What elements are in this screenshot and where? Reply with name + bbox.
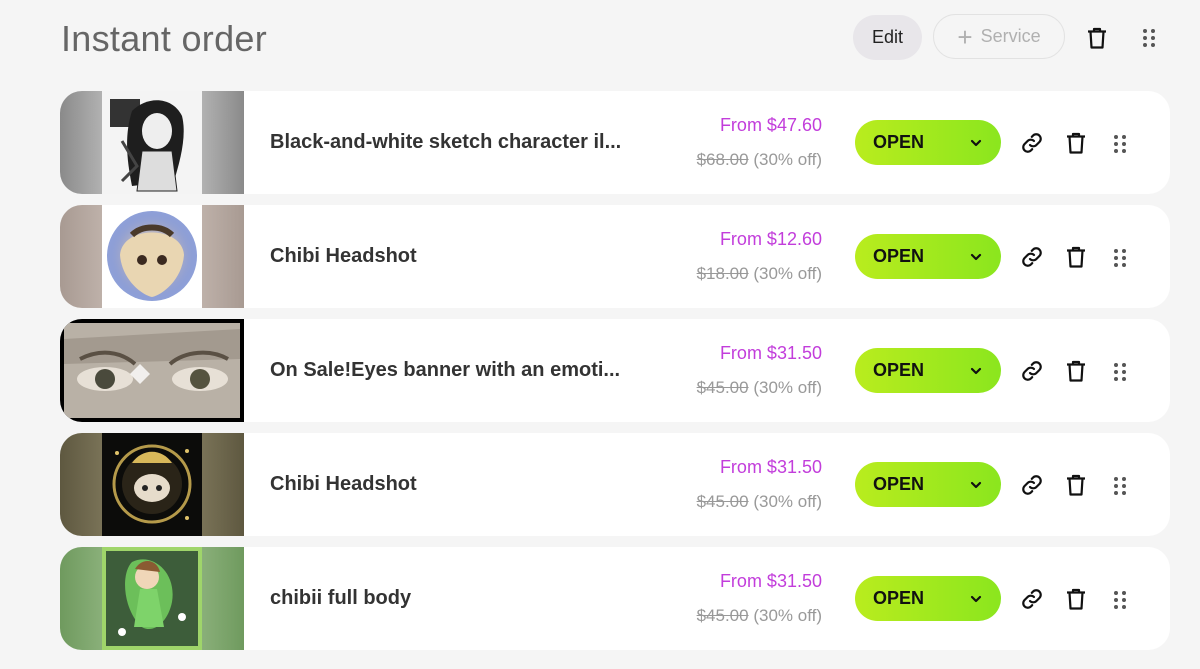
trash-icon[interactable] [1064, 473, 1088, 497]
drag-handle-icon[interactable] [1110, 474, 1130, 498]
service-name: Chibi Headshot [270, 473, 417, 495]
service-row[interactable]: chibii full body From $31.50 $45.00 (30%… [60, 547, 1170, 650]
link-icon[interactable] [1020, 473, 1044, 497]
service-row[interactable]: Chibi Headshot From $31.50 $45.00 (30% o… [60, 433, 1170, 536]
service-thumbnail [60, 91, 244, 194]
original-price-value: $68.00 [696, 150, 749, 169]
original-price-value: $45.00 [696, 492, 749, 511]
drag-handle-icon[interactable] [1110, 588, 1130, 612]
service-name: chibii full body [270, 587, 412, 609]
service-original-price: $68.00 (30% off) [697, 150, 822, 170]
trash-icon[interactable] [1064, 245, 1088, 269]
original-price-value: $45.00 [696, 378, 749, 397]
service-row[interactable]: On Sale!Eyes banner with an emoti... Fro… [60, 319, 1170, 422]
chevron-down-icon [970, 481, 982, 488]
service-name: Chibi Headshot [270, 245, 417, 267]
discount-label: (30% off) [753, 264, 822, 283]
link-icon[interactable] [1020, 131, 1044, 155]
service-row[interactable]: Chibi Headshot From $12.60 $18.00 (30% o… [60, 205, 1170, 308]
drag-handle-icon[interactable] [1110, 132, 1130, 156]
service-name: On Sale!Eyes banner with an emoti... [270, 359, 621, 381]
trash-icon[interactable] [1064, 131, 1088, 155]
service-original-price: $45.00 (30% off) [697, 378, 822, 398]
add-service-button[interactable]: + Service [933, 14, 1065, 59]
status-dropdown[interactable]: OPEN [855, 120, 1001, 165]
discount-label: (30% off) [753, 492, 822, 511]
status-label: OPEN [873, 588, 925, 608]
service-original-price: $18.00 (30% off) [697, 264, 822, 284]
status-label: OPEN [873, 246, 925, 266]
edit-button[interactable]: Edit [853, 15, 922, 60]
drag-handle-icon[interactable] [1139, 27, 1159, 49]
add-service-label: Service [980, 26, 1041, 46]
original-price-value: $45.00 [696, 606, 749, 625]
drag-handle-icon[interactable] [1110, 360, 1130, 384]
status-label: OPEN [873, 360, 925, 380]
service-price: From $12.60 [719, 229, 822, 249]
status-dropdown[interactable]: OPEN [855, 348, 1001, 393]
service-thumbnail [60, 433, 244, 536]
link-icon[interactable] [1020, 587, 1044, 611]
discount-label: (30% off) [753, 378, 822, 397]
status-label: OPEN [873, 474, 925, 494]
page-title: Instant order [61, 18, 268, 59]
service-price: From $47.60 [719, 115, 822, 135]
service-thumbnail [60, 205, 244, 308]
chevron-down-icon [970, 139, 982, 146]
chevron-down-icon [970, 595, 982, 602]
drag-handle-icon[interactable] [1110, 246, 1130, 270]
service-name: Black-and-white sketch character il... [270, 131, 622, 153]
status-dropdown[interactable]: OPEN [855, 234, 1001, 279]
trash-icon[interactable] [1064, 587, 1088, 611]
chevron-down-icon [970, 367, 982, 374]
link-icon[interactable] [1020, 245, 1044, 269]
trash-icon[interactable] [1085, 26, 1109, 50]
discount-label: (30% off) [753, 606, 822, 625]
service-original-price: $45.00 (30% off) [697, 492, 822, 512]
status-label: OPEN [873, 132, 925, 152]
service-row[interactable]: Black-and-white sketch character il... F… [60, 91, 1170, 194]
status-dropdown[interactable]: OPEN [855, 576, 1001, 621]
chevron-down-icon [970, 253, 982, 260]
service-original-price: $45.00 (30% off) [697, 606, 822, 626]
plus-icon: + [957, 21, 973, 52]
service-thumbnail [60, 547, 244, 650]
service-thumbnail [60, 319, 244, 422]
original-price-value: $18.00 [696, 264, 749, 283]
service-price: From $31.50 [719, 571, 822, 591]
link-icon[interactable] [1020, 359, 1044, 383]
trash-icon[interactable] [1064, 359, 1088, 383]
service-price: From $31.50 [719, 343, 822, 363]
service-price: From $31.50 [719, 457, 822, 477]
discount-label: (30% off) [753, 150, 822, 169]
status-dropdown[interactable]: OPEN [855, 462, 1001, 507]
